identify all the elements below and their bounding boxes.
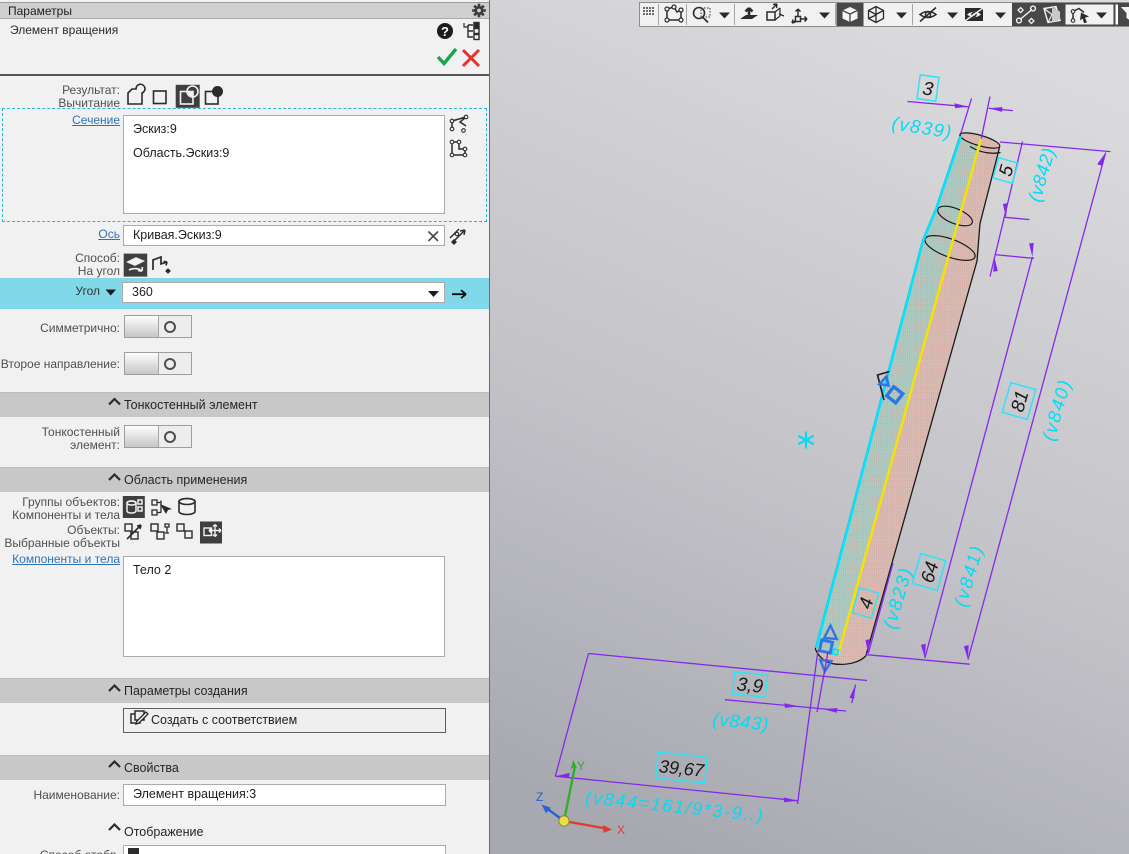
svg-text:Z: Z <box>536 790 543 804</box>
svg-text:X: X <box>617 823 625 837</box>
svg-text:3,9: 3,9 <box>736 674 765 698</box>
svg-text:?: ? <box>441 24 449 39</box>
svg-text:Y: Y <box>577 759 585 773</box>
